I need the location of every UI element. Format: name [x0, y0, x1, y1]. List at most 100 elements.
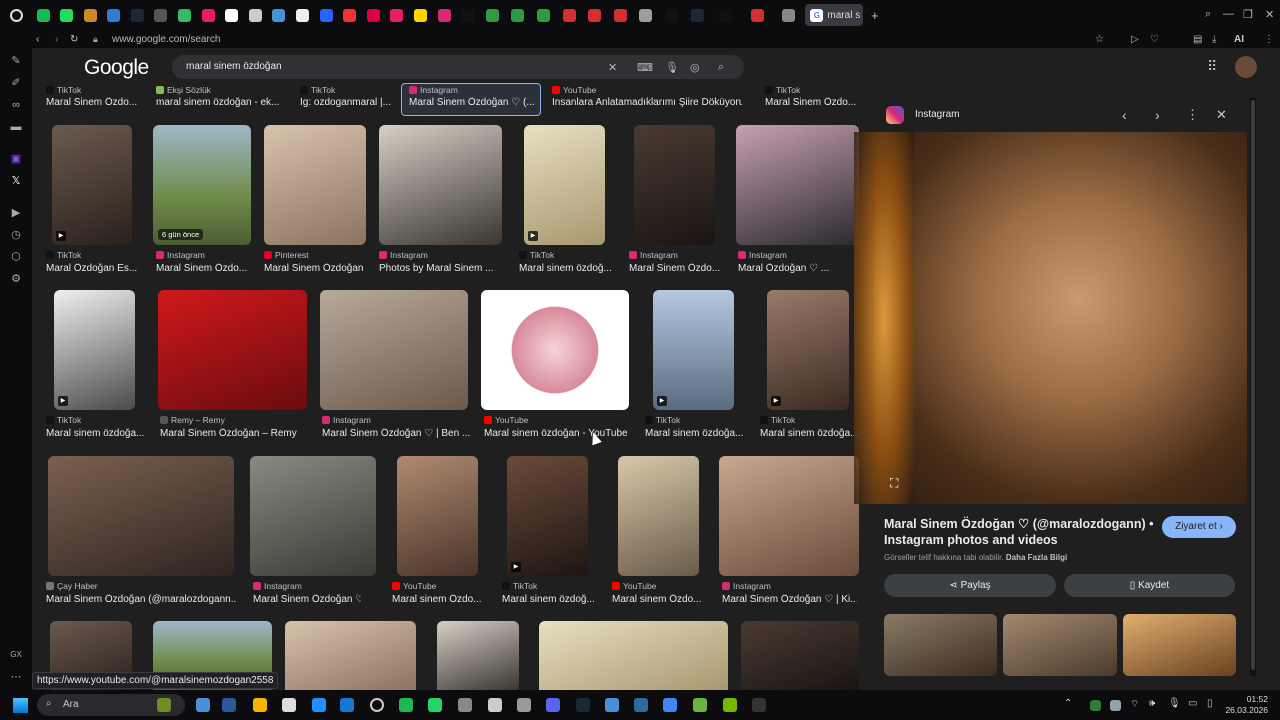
- taskbar-app-icon[interactable]: [752, 698, 766, 712]
- browser-tab[interactable]: [32, 4, 54, 26]
- learn-more-link[interactable]: Daha Fazla Bilgi: [1006, 553, 1067, 562]
- browser-tab[interactable]: Ch: [634, 4, 658, 26]
- browser-tab[interactable]: [56, 4, 78, 26]
- taskbar-app-icon[interactable]: [312, 698, 326, 712]
- taskbar-app-icon[interactable]: [458, 698, 472, 712]
- extensions-icon[interactable]: ⬡: [9, 250, 23, 264]
- taskbar-app-icon[interactable]: [663, 698, 677, 712]
- result-image[interactable]: [618, 456, 699, 576]
- browser-tab[interactable]: [362, 4, 384, 26]
- related-image-2[interactable]: [1003, 614, 1117, 676]
- bag-icon[interactable]: ∞: [9, 98, 23, 112]
- share-button[interactable]: ⋖ Paylaş: [884, 574, 1056, 597]
- display-icon[interactable]: ▭: [1188, 698, 1197, 709]
- result-image[interactable]: 6 gün önce: [153, 125, 251, 245]
- heart-icon[interactable]: ♡: [1150, 34, 1159, 45]
- search-box[interactable]: maral sinem özdoğan: [172, 55, 744, 79]
- result-image[interactable]: [379, 125, 502, 245]
- result-image[interactable]: [320, 290, 468, 410]
- result-source[interactable]: TikTok: [46, 415, 166, 425]
- mic-tray-icon[interactable]: 🎙︎: [1168, 698, 1181, 709]
- result-image[interactable]: [397, 456, 478, 576]
- taskbar-app-icon[interactable]: [605, 698, 619, 712]
- prev-icon[interactable]: ‹: [1122, 107, 1127, 123]
- taskbar-app-icon[interactable]: [488, 698, 502, 712]
- result-source[interactable]: Instagram: [156, 250, 266, 260]
- result-title[interactable]: Maral sinem Özdo...: [612, 594, 720, 605]
- google-logo[interactable]: Google: [84, 56, 149, 80]
- result-title[interactable]: Maral Sinem Özdoğan ♡ | Ben ...: [322, 428, 472, 439]
- result-source[interactable]: Instagram: [253, 581, 373, 591]
- result-source[interactable]: TikTok: [645, 415, 765, 425]
- browser-tab[interactable]: [244, 4, 266, 26]
- tray-chevron-icon[interactable]: ⌃: [1064, 698, 1072, 709]
- result-source[interactable]: YouTube: [612, 581, 732, 591]
- taskbar-app-icon[interactable]: [196, 698, 210, 712]
- result-source[interactable]: Instagram: [379, 250, 489, 260]
- browser-tab[interactable]: [103, 4, 125, 26]
- browser-tab[interactable]: Erz: [480, 4, 504, 26]
- result-image[interactable]: [158, 290, 307, 410]
- gx-icon[interactable]: GX: [9, 648, 23, 662]
- result-image[interactable]: [437, 621, 519, 690]
- result-title[interactable]: Maral Özdoğan ♡ ...: [738, 263, 856, 274]
- download-icon[interactable]: ⤓: [1212, 34, 1216, 45]
- related-image-3[interactable]: [1123, 614, 1236, 676]
- lens-search-icon[interactable]: ⛶: [890, 476, 898, 491]
- result-title[interactable]: Maral Sinem Özdoğan ♡ (...: [253, 594, 361, 605]
- taskbar-app-icon[interactable]: [693, 698, 707, 712]
- taskbar-app-icon[interactable]: [370, 698, 384, 712]
- taskbar-app-icon[interactable]: [282, 698, 296, 712]
- taskbar-app-icon[interactable]: [546, 698, 560, 712]
- result-title[interactable]: Maral Sinem Özdoğan ♡ | Ki...: [722, 594, 857, 605]
- taskbar-app-icon[interactable]: [253, 698, 267, 712]
- tray-app-icon[interactable]: [1090, 700, 1101, 711]
- browser-tab[interactable]: [174, 4, 196, 26]
- reload-icon[interactable]: ↻: [70, 34, 78, 45]
- taskbar-app-icon[interactable]: [157, 698, 171, 712]
- result-source[interactable]: YouTube: [484, 415, 604, 425]
- more-icon[interactable]: ⋮: [1264, 34, 1274, 45]
- result-image[interactable]: ▶: [54, 290, 135, 410]
- result-title[interactable]: Maral Özdoğan Es...: [46, 263, 164, 274]
- keyboard-icon[interactable]: ⌨: [637, 61, 653, 74]
- panel-more-icon[interactable]: ⋮: [1186, 107, 1199, 123]
- result-source[interactable]: TikTok: [46, 250, 156, 260]
- result-title[interactable]: Maral sinem özdoğan - YouTube: [484, 428, 634, 439]
- result-title[interactable]: Maral Sinem Özdo...: [629, 263, 747, 274]
- taskbar-app-icon[interactable]: [399, 698, 413, 712]
- result-title[interactable]: Maral sinem özdoğa...: [760, 428, 858, 439]
- taskbar-app-icon[interactable]: [222, 698, 236, 712]
- browser-tab[interactable]: [339, 4, 361, 26]
- result-source[interactable]: Remy – Remy: [160, 415, 280, 425]
- avatar[interactable]: [1235, 56, 1257, 78]
- browser-tab[interactable]: [197, 4, 219, 26]
- browser-tab[interactable]: [79, 4, 101, 26]
- result-title[interactable]: Maral sinem özdoğa...: [645, 428, 743, 439]
- twitch-icon[interactable]: ▣: [9, 152, 23, 166]
- result-source[interactable]: Çay Haber: [46, 581, 166, 591]
- preview-image[interactable]: [854, 132, 1247, 504]
- browser-tab[interactable]: [268, 4, 290, 26]
- result-title[interactable]: Maral Sinem Özdoğan ♡ (...: [409, 97, 539, 108]
- taskbar-app-icon[interactable]: [517, 698, 531, 712]
- lens-icon[interactable]: ◎: [690, 61, 700, 74]
- panel-source[interactable]: Instagram: [915, 109, 959, 120]
- clear-search-icon[interactable]: ✕: [608, 61, 617, 74]
- panel-close-icon[interactable]: ✕: [1216, 107, 1227, 123]
- result-image[interactable]: ▶: [52, 125, 132, 245]
- result-title[interactable]: Maral sinem özdoğ...: [502, 594, 610, 605]
- result-title[interactable]: İnsanlara Anlatamadıklarımı Şiire Döküyo…: [552, 97, 742, 108]
- result-title[interactable]: Maral Sinem Özdoğan: [264, 263, 374, 274]
- result-source[interactable]: Pinterest: [264, 250, 374, 260]
- search-tabs-icon[interactable]: ⌕: [1205, 8, 1211, 21]
- search-input[interactable]: maral sinem özdoğan: [186, 61, 282, 72]
- result-image[interactable]: ▶: [767, 290, 849, 410]
- result-image[interactable]: ▶: [524, 125, 605, 245]
- mic-icon[interactable]: 🎙︎: [665, 61, 679, 74]
- result-image[interactable]: [634, 125, 715, 245]
- result-image[interactable]: [48, 456, 234, 576]
- ai-button[interactable]: AI: [1234, 34, 1244, 45]
- browser-tab[interactable]: [315, 4, 337, 26]
- result-image[interactable]: [250, 456, 376, 576]
